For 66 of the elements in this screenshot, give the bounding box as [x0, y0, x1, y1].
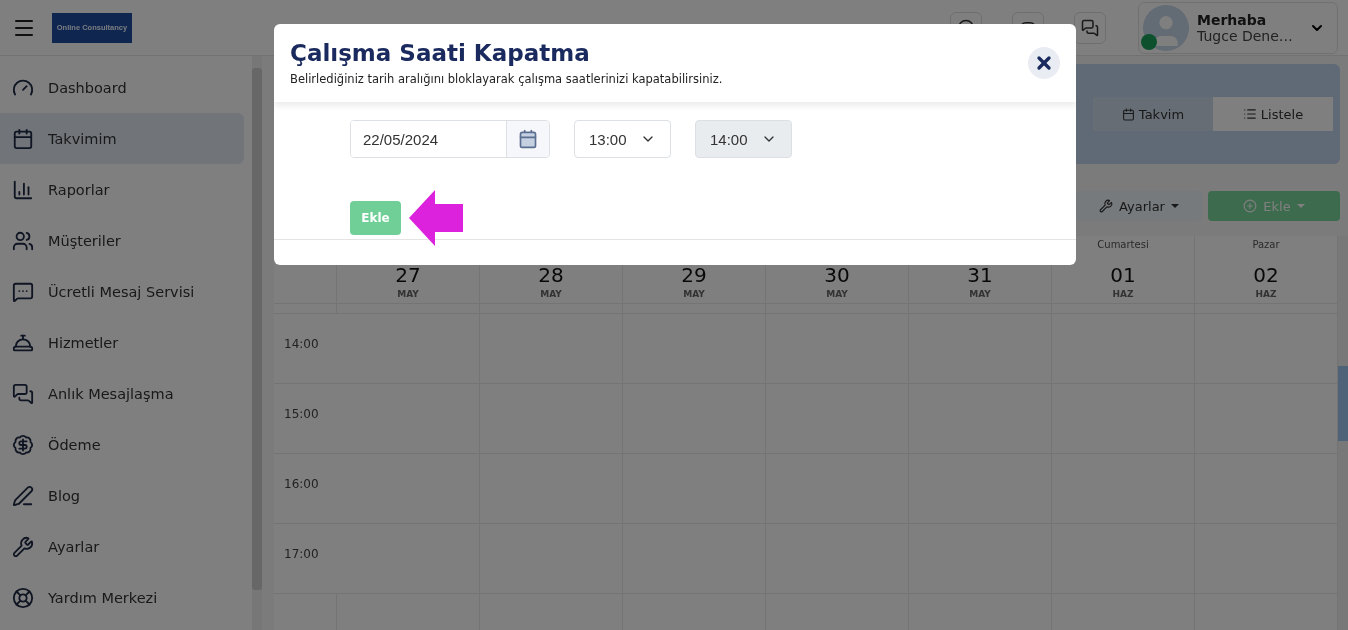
time-label: 17:00: [284, 547, 319, 561]
modal-subtitle: Belirlediğiniz tarih aralığını bloklayarak çalışma saatlerinizi kapatabilirsiniz.: [290, 72, 723, 86]
sidebar-item[interactable]: Blog: [0, 470, 244, 521]
chat-button[interactable]: [1074, 11, 1106, 44]
bar-chart-icon: [12, 178, 34, 201]
calendar-button[interactable]: [506, 121, 549, 157]
sidebar-item[interactable]: Dashboard: [0, 62, 244, 113]
view-tab[interactable]: Takvim: [1093, 97, 1213, 131]
list-icon: [1242, 107, 1257, 121]
pointer-arrow-icon: [409, 190, 463, 246]
chat-icon: [1081, 18, 1099, 37]
lifebuoy-icon: [12, 586, 34, 609]
sidebar-item[interactable]: Yardım Merkezi: [0, 572, 244, 623]
calendar-icon: [518, 129, 538, 149]
month-label: MAY: [826, 289, 848, 299]
view-tab[interactable]: Listele: [1213, 97, 1333, 131]
time-select[interactable]: 13:00: [574, 120, 671, 158]
day-number: 28: [538, 264, 564, 286]
wrench-icon: [1099, 199, 1113, 213]
sidebar-item[interactable]: Ödeme: [0, 419, 244, 470]
user-menu[interactable]: Merhaba Tugce Dene…: [1138, 1, 1338, 54]
sidebar-item[interactable]: Raporlar: [0, 164, 244, 215]
scrollbar-thumb[interactable]: [252, 68, 262, 590]
calendar-icon: [12, 127, 34, 150]
day-number: 02: [1253, 264, 1279, 286]
pen-icon: [12, 484, 34, 507]
day-number: 31: [967, 264, 993, 286]
weekday-label: Cumartesi: [1097, 239, 1149, 250]
sidebar-item[interactable]: Takvimim: [0, 113, 244, 164]
wrench-icon: [12, 535, 34, 558]
close-button[interactable]: [1028, 47, 1060, 79]
day-number: 30: [824, 264, 850, 286]
day-number: 01: [1110, 264, 1136, 286]
time-label: 15:00: [284, 407, 319, 421]
message-dots-icon: [12, 280, 34, 303]
users-icon: [12, 229, 34, 252]
user-name: Tugce Dene…: [1197, 27, 1294, 44]
month-label: MAY: [683, 289, 705, 299]
time-label: 14:00: [284, 337, 319, 351]
day-number: 27: [395, 264, 421, 286]
settings-dropdown-button[interactable]: Ayarlar: [1076, 191, 1202, 221]
plus-icon: [1243, 199, 1258, 213]
day-number: 29: [681, 264, 707, 286]
month-label: HAZ: [1112, 289, 1134, 299]
avatar-icon: [1143, 4, 1189, 51]
month-label: HAZ: [1255, 289, 1277, 299]
month-label: MAY: [540, 289, 562, 299]
weekday-label: Pazar: [1252, 239, 1280, 250]
calendar-icon: [1121, 107, 1135, 121]
sidebar-item[interactable]: Ücretli Mesaj Servisi: [0, 266, 244, 317]
caret-icon: [1170, 204, 1179, 208]
caret-icon: [1296, 204, 1305, 208]
time-label: 16:00: [284, 477, 319, 491]
month-label: MAY: [397, 289, 419, 299]
sidebar-item[interactable]: Ayarlar: [0, 521, 244, 572]
greeting-text: Merhaba: [1197, 11, 1268, 28]
sidebar-item[interactable]: Müşteriler: [0, 215, 244, 266]
close-icon: [1034, 53, 1054, 73]
sidebar-item[interactable]: Hizmetler: [0, 317, 244, 368]
month-label: MAY: [969, 289, 991, 299]
chat-bubbles-icon: [12, 382, 34, 405]
dollar-icon: [12, 433, 34, 456]
modal-title: Çalışma Saati Kapatma: [290, 40, 591, 66]
sidebar-item[interactable]: Anlık Mesajlaşma: [0, 368, 244, 419]
date-field[interactable]: 22/05/2024: [350, 120, 550, 158]
scrollbar-thumb[interactable]: [1338, 366, 1348, 441]
